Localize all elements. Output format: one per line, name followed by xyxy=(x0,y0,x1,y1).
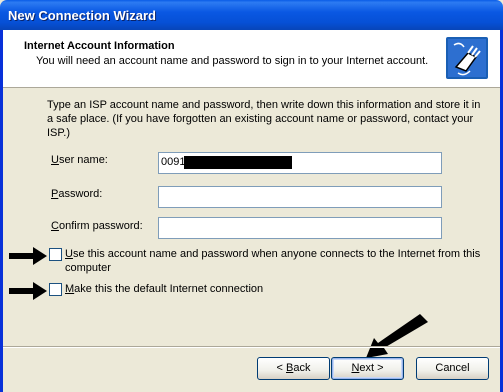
username-value: 0091 xyxy=(161,156,186,168)
default-connection-checkbox[interactable] xyxy=(49,283,62,296)
username-label: User name: xyxy=(51,154,108,166)
next-button[interactable]: Next > xyxy=(331,357,404,380)
default-connection-label: Make this the default Internet connectio… xyxy=(65,283,264,295)
password-label: Password: xyxy=(51,188,103,200)
redaction-bar xyxy=(184,156,292,169)
network-plug-icon xyxy=(446,37,488,79)
header-title: Internet Account Information xyxy=(24,40,175,52)
arrow-pointer-icon xyxy=(366,314,428,358)
username-field[interactable]: 0091 xyxy=(158,152,442,174)
wizard-header: Internet Account Information You will ne… xyxy=(3,30,500,88)
wizard-body: Type an ISP account name and password, t… xyxy=(3,88,500,346)
confirm-password-label: Confirm password: xyxy=(51,220,143,232)
password-field[interactable] xyxy=(158,186,442,208)
use-account-checkbox[interactable] xyxy=(49,248,62,261)
header-subtitle: You will need an account name and passwo… xyxy=(36,55,429,67)
use-account-label: Use this account name and password when … xyxy=(65,248,481,274)
footer-separator xyxy=(3,346,500,348)
intro-text: Type an ISP account name and password, t… xyxy=(47,99,481,139)
arrow-pointer-icon xyxy=(9,247,47,265)
arrow-pointer-icon xyxy=(9,282,47,300)
window-title: New Connection Wizard xyxy=(8,8,156,23)
cancel-button[interactable]: Cancel xyxy=(416,357,489,380)
back-button[interactable]: < Back xyxy=(257,357,330,380)
title-bar: New Connection Wizard xyxy=(0,0,503,30)
confirm-password-field[interactable] xyxy=(158,217,442,239)
